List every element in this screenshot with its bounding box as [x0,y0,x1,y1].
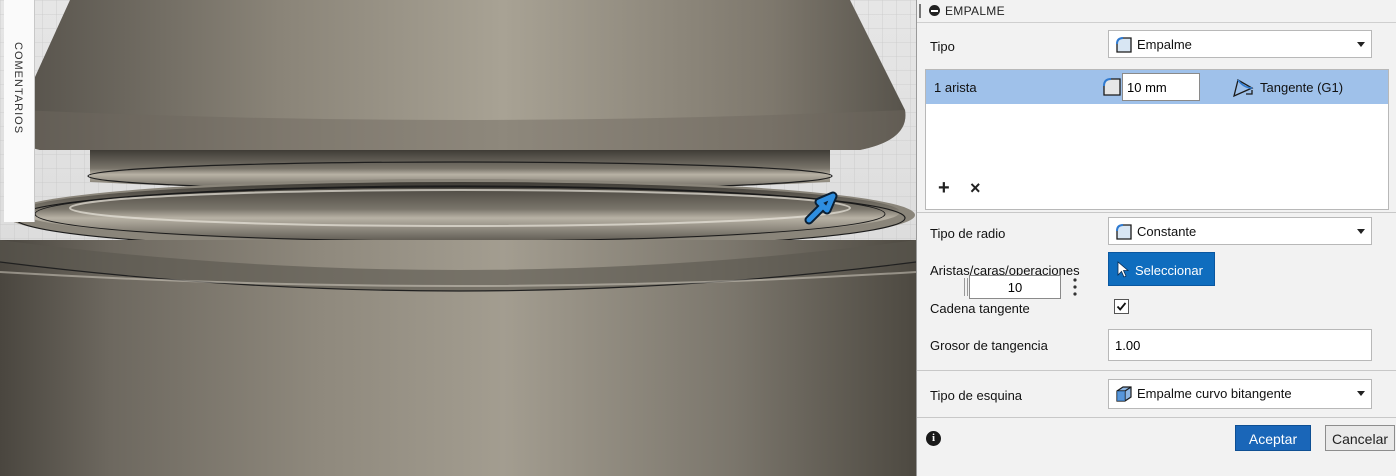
seleccionar-button[interactable]: Seleccionar [1108,252,1215,286]
checkmark-icon [1116,302,1127,311]
count-stepper[interactable] [969,275,1061,299]
3d-viewport[interactable]: COMENTARIOS [0,0,916,476]
continuity-value[interactable]: Tangente (G1) [1260,80,1343,95]
tipo-radio-value: Constante [1137,224,1197,239]
grosor-input[interactable] [1108,329,1372,361]
aceptar-button[interactable]: Aceptar [1235,425,1311,451]
tangent-continuity-icon[interactable] [1232,78,1254,98]
fillet-panel: EMPALME Tipo Empalme 1 arista Tangente (… [916,0,1396,476]
panel-title: EMPALME [945,4,1005,18]
chevron-down-icon [1357,391,1365,396]
tipo-radio-select[interactable]: Constante [1108,217,1372,245]
tipo-esquina-select[interactable]: Empalme curvo bitangente [1108,379,1372,409]
tipo-radio-label: Tipo de radio [930,226,1006,241]
tipo-esquina-label: Tipo de esquina [930,388,1023,403]
comments-side-tab[interactable]: COMENTARIOS [4,0,35,222]
fillet-icon [1116,37,1132,53]
kebab-menu-icon[interactable] [1073,277,1077,297]
radius-icon [1103,78,1121,96]
edge-row[interactable]: 1 arista Tangente (G1) [926,70,1388,104]
cursor-arrow-icon [1117,261,1130,278]
tipo-select[interactable]: Empalme [1108,30,1372,58]
divider [917,417,1396,418]
tipo-value: Empalme [1137,37,1192,52]
cadena-tangente-checkbox[interactable] [1114,299,1129,314]
chevron-down-icon [1357,42,1365,47]
add-edge-button[interactable]: + [938,178,950,198]
info-icon[interactable]: i [926,431,941,446]
cancelar-button[interactable]: Cancelar [1325,425,1395,451]
edge-name: 1 arista [934,80,977,95]
grosor-label: Grosor de tangencia [930,338,1048,353]
model-canvas[interactable] [0,0,916,476]
move-arrow-icon[interactable] [803,190,839,226]
corner-type-icon [1116,386,1132,402]
radius-input[interactable] [1122,73,1200,101]
constant-radius-icon [1116,224,1132,240]
divider [917,212,1396,213]
panel-grip-icon[interactable] [919,4,921,18]
chevron-down-icon [1357,229,1365,234]
seleccionar-label: Seleccionar [1135,263,1203,278]
comments-tab-label: COMENTARIOS [12,42,24,135]
tipo-esquina-value: Empalme curvo bitangente [1137,386,1292,401]
edge-list[interactable]: 1 arista Tangente (G1) + × [925,69,1389,210]
panel-header[interactable]: EMPALME [917,0,1396,23]
divider [917,370,1396,371]
cadena-tangente-label: Cadena tangente [930,301,1030,316]
tipo-label: Tipo [930,39,955,54]
remove-edge-button[interactable]: × [970,178,981,198]
collapse-icon[interactable] [929,5,940,16]
